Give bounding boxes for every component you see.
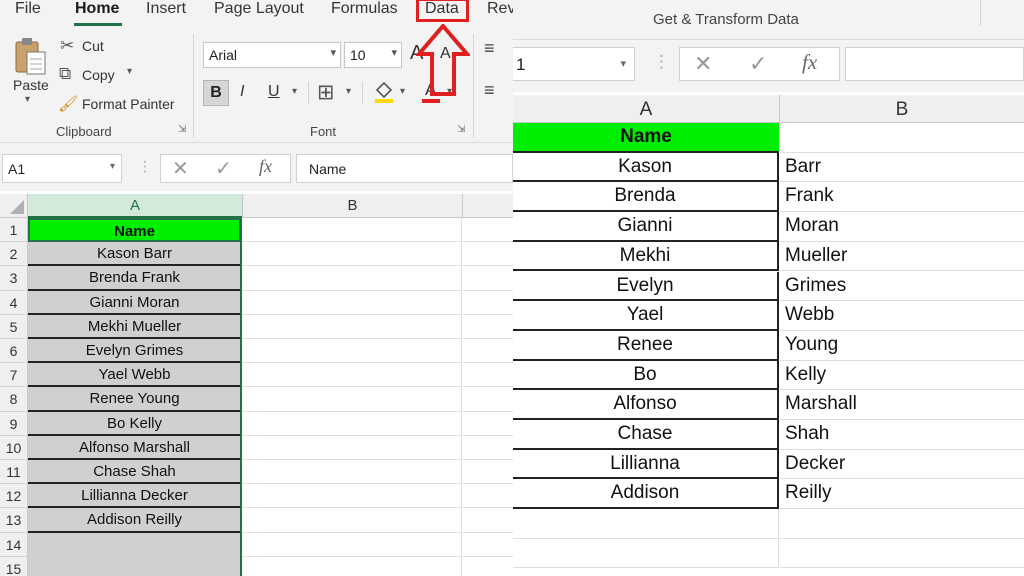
name-cell[interactable]: Bo Kelly [28, 411, 241, 436]
first-name-cell[interactable]: Brenda [513, 182, 779, 213]
empty-cell[interactable] [242, 314, 462, 339]
name-cell[interactable]: Kason Barr [28, 242, 241, 267]
right-excel-window: Get & Transform Data 1 ▾ ⋮ ✕ ✓ fx A B Nam… [513, 0, 1024, 576]
empty-cell[interactable] [463, 412, 513, 436]
empty-cell[interactable] [242, 218, 462, 243]
empty-cell[interactable] [463, 242, 513, 267]
empty-cell[interactable] [463, 315, 513, 339]
empty-cell[interactable] [463, 460, 513, 485]
first-name-cell[interactable]: Addison [513, 479, 779, 510]
name-cell[interactable]: Lillianna Decker [28, 484, 241, 509]
name-cell[interactable] [28, 556, 241, 576]
name-cell[interactable]: Evelyn Grimes [28, 339, 241, 364]
last-name-cell[interactable]: Moran [780, 212, 1024, 242]
first-name-cell[interactable]: Alfonso [513, 390, 779, 420]
first-name-cell[interactable]: Bo [513, 360, 779, 391]
empty-cell[interactable] [242, 556, 462, 576]
left-sheet-grid: 1 Name 2 Kason Barr 3 Brenda Frank 4 Gianni Mor… [0, 0, 513, 576]
last-name-cell[interactable]: Grimes [780, 272, 1024, 302]
empty-cell[interactable] [780, 509, 1024, 539]
first-name-cell[interactable]: Evelyn [513, 271, 779, 302]
empty-cell[interactable] [242, 435, 462, 460]
first-name-cell[interactable]: Yael [513, 301, 779, 331]
empty-cell[interactable] [242, 387, 462, 412]
last-name-cell[interactable]: Webb [780, 301, 1024, 331]
row-header[interactable]: 10 [0, 435, 28, 460]
empty-cell[interactable] [242, 266, 462, 291]
row-header[interactable]: 15 [0, 556, 28, 576]
name-cell[interactable]: Renee Young [28, 387, 241, 412]
empty-cell[interactable] [463, 266, 513, 291]
row-header[interactable]: 5 [0, 314, 28, 339]
last-name-cell[interactable]: Kelly [780, 361, 1024, 391]
empty-cell[interactable] [780, 539, 1024, 569]
empty-cell[interactable] [513, 538, 779, 569]
name-cell[interactable]: Addison Reilly [28, 508, 241, 533]
empty-cell[interactable] [463, 363, 513, 388]
last-name-cell[interactable]: Reilly [780, 479, 1024, 510]
row-header[interactable]: 13 [0, 508, 28, 533]
row-header[interactable]: 7 [0, 363, 28, 388]
header-cell-name[interactable]: Name [28, 218, 241, 243]
first-name-cell[interactable]: Chase [513, 420, 779, 450]
empty-cell[interactable] [463, 508, 513, 533]
name-cell[interactable]: Mekhi Mueller [28, 314, 241, 339]
row-header[interactable]: 12 [0, 484, 28, 509]
empty-cell[interactable] [463, 484, 513, 509]
name-cell[interactable]: Alfonso Marshall [28, 435, 241, 460]
row-header[interactable]: 8 [0, 387, 28, 412]
empty-cell[interactable] [242, 242, 462, 267]
empty-cell[interactable] [242, 363, 462, 388]
selection-border [240, 218, 242, 576]
first-name-cell[interactable]: Renee [513, 330, 779, 361]
empty-cell[interactable] [513, 509, 779, 539]
empty-cell[interactable] [242, 339, 462, 364]
name-cell[interactable]: Gianni Moran [28, 290, 241, 315]
row-header[interactable]: 6 [0, 339, 28, 364]
empty-cell[interactable] [463, 387, 513, 412]
last-name-cell[interactable]: Young [780, 331, 1024, 361]
empty-cell[interactable] [463, 339, 513, 364]
header-cell-name[interactable]: Name [513, 123, 779, 153]
row-header[interactable]: 14 [0, 532, 28, 557]
row-header[interactable]: 3 [0, 266, 28, 291]
row-header[interactable]: 4 [0, 290, 28, 315]
first-name-cell[interactable]: Mekhi [513, 241, 779, 272]
row-header[interactable]: 2 [0, 242, 28, 267]
empty-cell[interactable] [242, 484, 462, 509]
right-sheet-grid: Name Kason Barr Brenda Frank Gianni Moran Mekhi… [513, 0, 1024, 576]
row-header[interactable]: 9 [0, 411, 28, 436]
first-name-cell[interactable]: Lillianna [513, 449, 779, 480]
name-cell[interactable]: Yael Webb [28, 363, 241, 388]
first-name-cell[interactable]: Kason [513, 152, 779, 183]
empty-cell[interactable] [242, 532, 462, 557]
empty-cell[interactable] [242, 290, 462, 315]
name-cell[interactable]: Chase Shah [28, 460, 241, 485]
empty-cell[interactable] [463, 291, 513, 315]
empty-cell[interactable] [463, 436, 513, 460]
name-cell[interactable] [28, 532, 241, 557]
last-name-cell[interactable]: Shah [780, 420, 1024, 450]
empty-cell[interactable] [242, 460, 462, 485]
last-name-cell[interactable]: Mueller [780, 242, 1024, 272]
empty-cell[interactable] [242, 411, 462, 436]
name-cell[interactable]: Brenda Frank [28, 266, 241, 291]
empty-cell[interactable] [463, 533, 513, 557]
last-name-cell[interactable]: Marshall [780, 390, 1024, 420]
first-name-cell[interactable]: Gianni [513, 212, 779, 242]
empty-cell[interactable] [242, 508, 462, 533]
last-name-cell[interactable]: Barr [780, 153, 1024, 183]
empty-cell[interactable] [780, 123, 1024, 153]
empty-cell[interactable] [463, 557, 513, 576]
left-excel-window: File Home Insert Page Layout Formulas Da… [0, 0, 513, 576]
row-header[interactable]: 11 [0, 460, 28, 485]
empty-cell[interactable] [463, 218, 513, 243]
last-name-cell[interactable]: Frank [780, 182, 1024, 213]
last-name-cell[interactable]: Decker [780, 450, 1024, 480]
row-header[interactable]: 1 [0, 218, 28, 243]
